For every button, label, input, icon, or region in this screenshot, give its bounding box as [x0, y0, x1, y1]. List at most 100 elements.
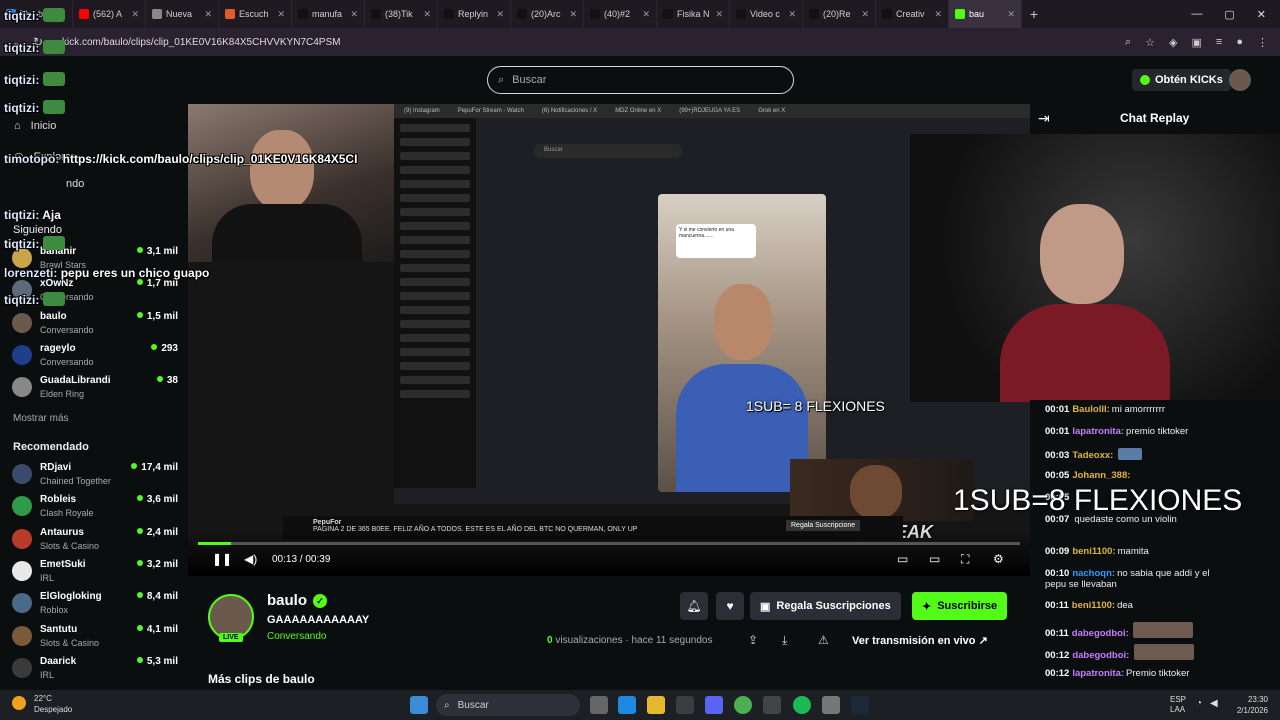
close-tab-icon[interactable]: ✕: [861, 9, 869, 20]
minimize-icon[interactable]: —: [1191, 8, 1202, 21]
download-icon[interactable]: ⤓: [782, 633, 787, 648]
sidebar-channel-antaurus[interactable]: Antaurus Slots & Casino 2,4 mil: [12, 527, 178, 557]
sidebar-channel-guadalibrandi[interactable]: GuadaLibrandi Elden Ring 38: [12, 375, 178, 405]
close-tab-icon[interactable]: ✕: [1007, 9, 1015, 20]
sidebar-channel-baulo[interactable]: baulo Conversando 1,5 mil: [12, 311, 178, 341]
maximize-icon[interactable]: ▢: [1224, 8, 1234, 21]
watch-live-link[interactable]: Ver transmisión en vivo ↗: [852, 634, 988, 647]
sidebar-item-home[interactable]: ⌂ Inicio: [14, 120, 56, 132]
chat-username[interactable]: lapatronita:: [1072, 426, 1124, 437]
search-input[interactable]: ⌕ Buscar: [487, 66, 794, 94]
user-avatar[interactable]: [1229, 69, 1251, 91]
show-more-link[interactable]: Mostrar más: [13, 413, 69, 424]
clip-category[interactable]: Conversando: [267, 631, 326, 642]
pause-icon[interactable]: ❚❚: [212, 552, 232, 566]
follow-button[interactable]: ♥: [716, 592, 744, 620]
chat-username[interactable]: nachoqn:: [1072, 568, 1115, 579]
app-icon[interactable]: [676, 696, 694, 714]
browser-tab[interactable]: (20)Re ✕: [803, 0, 876, 28]
browser-tab[interactable]: Creativ ✕: [876, 0, 949, 28]
settings-gear-icon[interactable]: ⚙: [993, 552, 1004, 566]
sidebar-channel-rageylo[interactable]: rageylo Conversando 293: [12, 343, 178, 373]
browser-tab[interactable]: Escuch ✕: [219, 0, 292, 28]
share-icon[interactable]: ⇪: [748, 633, 758, 647]
gift-subs-button[interactable]: ▣ Regala Suscripciones: [750, 592, 901, 620]
clock-time: 23:30: [1247, 695, 1268, 704]
browser-tab[interactable]: (38)Tik ✕: [365, 0, 438, 28]
close-window-icon[interactable]: ✕: [1257, 8, 1266, 21]
extension-icon[interactable]: ◈: [1169, 36, 1177, 49]
close-tab-icon[interactable]: ✕: [423, 9, 431, 20]
close-tab-icon[interactable]: ✕: [715, 9, 723, 20]
browser-tab[interactable]: Replyin ✕: [438, 0, 511, 28]
puzzle-icon[interactable]: ▣: [1192, 36, 1202, 49]
browser-tab[interactable]: (562) A ✕: [73, 0, 146, 28]
video-player[interactable]: (9) Instagram PepuFor Stream - Watch (6) N…: [188, 104, 1030, 576]
sidebar-channel-santutu[interactable]: Santutu Slots & Casino 4,1 mil: [12, 624, 178, 654]
close-tab-icon[interactable]: ✕: [788, 9, 796, 20]
sidebar-channel-emetsuki[interactable]: EmetSuki IRL 3,2 mil: [12, 559, 178, 589]
new-tab-button[interactable]: +: [1022, 6, 1046, 22]
taskbar-search[interactable]: ⌕ Buscar: [436, 694, 580, 716]
chat-username[interactable]: Johann_388:: [1072, 470, 1130, 481]
theater-icon[interactable]: ▭: [929, 552, 940, 566]
progress-bar[interactable]: [198, 542, 1020, 545]
subscribe-button[interactable]: ✦ Suscribirse: [912, 592, 1008, 620]
playlist-icon[interactable]: ≡: [1216, 36, 1222, 49]
channel-name[interactable]: baulo: [267, 592, 307, 609]
close-tab-icon[interactable]: ✕: [642, 9, 650, 20]
chat-username[interactable]: dabegodboi:: [1072, 650, 1129, 661]
notifications-button[interactable]: 🔔︎: [680, 592, 708, 620]
report-icon[interactable]: ⚠: [818, 633, 829, 647]
task-view-icon[interactable]: [590, 696, 608, 714]
browser-tab[interactable]: bau ✕: [949, 0, 1022, 28]
close-tab-icon[interactable]: ✕: [350, 9, 358, 20]
file-explorer-icon[interactable]: [647, 696, 665, 714]
browser-menu-icon[interactable]: ⋮: [1257, 36, 1268, 49]
close-tab-icon[interactable]: ✕: [569, 9, 577, 20]
discord-icon[interactable]: [705, 696, 723, 714]
spotify-icon[interactable]: [793, 696, 811, 714]
sidebar-channel-daarick[interactable]: Daarick IRL 5,3 mil: [12, 656, 178, 686]
settings-icon[interactable]: [822, 696, 840, 714]
close-tab-icon[interactable]: ✕: [496, 9, 504, 20]
close-tab-icon[interactable]: ✕: [277, 9, 285, 20]
close-tab-icon[interactable]: ✕: [131, 9, 139, 20]
browser-tab[interactable]: manufa ✕: [292, 0, 365, 28]
chat-username[interactable]: beni1100:: [1072, 600, 1115, 611]
volume-tray-icon[interactable]: ◀: [1210, 698, 1218, 709]
chrome-icon[interactable]: [734, 696, 752, 714]
chat-username[interactable]: Baulolll:: [1072, 404, 1109, 415]
start-icon[interactable]: [410, 696, 428, 714]
collapse-chat-icon[interactable]: ⇥: [1038, 110, 1050, 127]
browser-tab[interactable]: (40)#2 ✕: [584, 0, 657, 28]
pip-icon[interactable]: ▭: [897, 552, 908, 566]
browser-tab[interactable]: Fisika N ✕: [657, 0, 730, 28]
steam-icon[interactable]: [851, 696, 869, 714]
volume-icon[interactable]: ◀): [244, 552, 257, 566]
profile-icon[interactable]: ●: [1236, 36, 1243, 49]
network-icon[interactable]: ◔: [1196, 698, 1202, 709]
close-tab-icon[interactable]: ✕: [934, 9, 942, 20]
chat-username[interactable]: lapatronita:: [1072, 668, 1124, 679]
sidebar-channel-rdjavi[interactable]: RDjavi Chained Together 17,4 mil: [12, 462, 178, 492]
language-indicator[interactable]: ESP LAA: [1170, 695, 1186, 715]
sidebar-channel-robleis[interactable]: Robleis Clash Royale 3,6 mil: [12, 494, 178, 524]
url-field[interactable]: kick.com/baulo/clips/clip_01KE0V16K84X5C…: [62, 37, 340, 48]
browser-tab[interactable]: Nueva ✕: [146, 0, 219, 28]
chat-username[interactable]: beni1100:: [1072, 546, 1115, 557]
sidebar-channel-elglogloking[interactable]: ElGlogloking Roblox 8,4 mil: [12, 591, 178, 621]
edge-icon[interactable]: [618, 696, 636, 714]
fullscreen-icon[interactable]: ⛶: [961, 552, 969, 567]
browser-tab[interactable]: (20)Arc ✕: [511, 0, 584, 28]
close-tab-icon[interactable]: ✕: [204, 9, 212, 20]
chat-username[interactable]: Tadeoxx:: [1072, 450, 1113, 461]
bookmark-star-icon[interactable]: ☆: [1145, 36, 1155, 49]
sidebar-item-following[interactable]: ndo: [66, 178, 84, 190]
browser-tab[interactable]: Video c ✕: [730, 0, 803, 28]
zoom-icon[interactable]: ⌕: [1125, 36, 1131, 49]
github-icon[interactable]: [763, 696, 781, 714]
get-kicks-button[interactable]: Obtén KICKs: [1132, 69, 1231, 91]
clock[interactable]: 23:30 2/1/2026: [1220, 694, 1268, 716]
chat-username[interactable]: dabegodboi:: [1072, 628, 1129, 639]
